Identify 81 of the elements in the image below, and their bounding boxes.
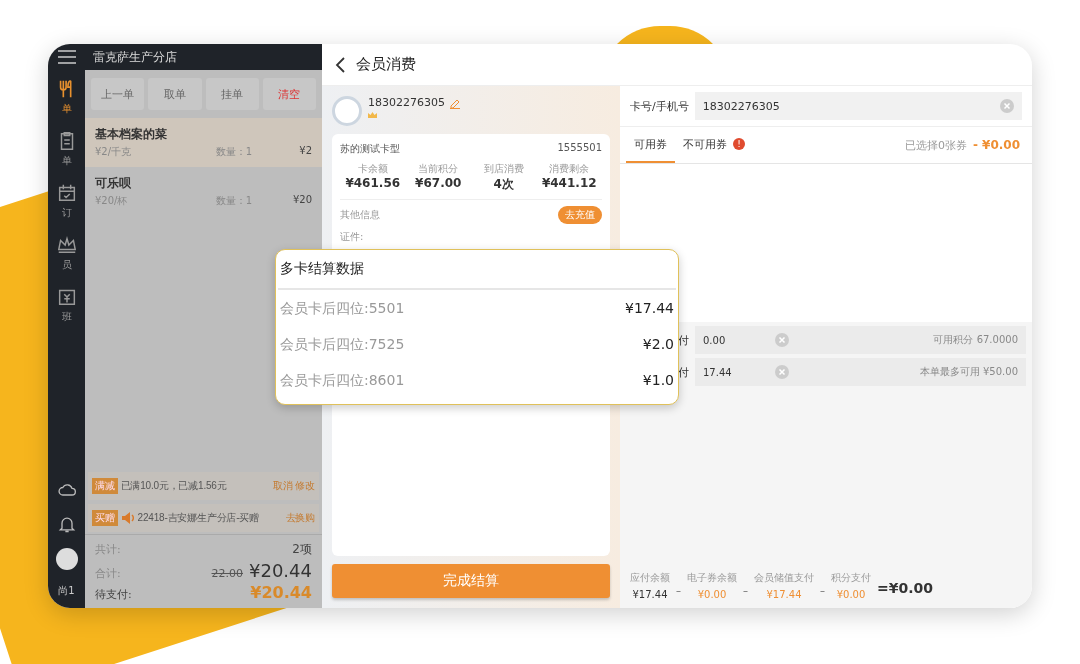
page-title: 会员消费: [356, 55, 416, 74]
coupon-tab[interactable]: 不可用券 !: [675, 127, 753, 163]
stat-label: 到店消费: [482, 162, 525, 176]
item-name: 可乐呗: [95, 175, 132, 192]
promotion-text: 22418-吉安娜生产分店-买赠: [137, 511, 260, 525]
menu-icon[interactable]: [57, 50, 76, 64]
item-price: ¥20: [291, 194, 312, 207]
coupon-selected-text: 已选择0张券: [904, 137, 967, 153]
id-label: 证件:: [340, 230, 365, 244]
settle-result: =¥0.00: [877, 580, 933, 598]
settle-value: ¥0.00: [697, 589, 727, 600]
popup-title: 多卡结算数据: [278, 254, 676, 290]
lookup-label: 卡号/手机号: [630, 98, 689, 114]
member-phone: 18302276305: [368, 96, 445, 109]
item-count: 2项: [291, 541, 312, 558]
due-amount: ¥20.44: [249, 583, 312, 602]
item-name: 基本档案的菜: [95, 126, 168, 143]
coupon-amount: - ¥0.00: [972, 137, 1020, 152]
store-name: 雷克萨生产分店: [85, 44, 322, 70]
payment-note: 本单最多可用 ¥50.00: [919, 365, 1018, 379]
stat-label: 当前积分: [417, 162, 460, 176]
original-total: 22.00: [211, 567, 243, 580]
speaker-icon: [120, 512, 135, 524]
sidebar-label: 订: [61, 206, 72, 220]
card-suffix-label: 会员卡后四位:5501: [280, 300, 405, 318]
item-quantity: 数量：1: [215, 145, 252, 159]
due-label: 待支付:: [95, 587, 133, 602]
promotion-text: 已满10.0元，已减1.56元: [120, 479, 228, 493]
card-number: 1555501: [557, 142, 602, 155]
member-avatar: [332, 96, 362, 126]
user-name: 尚1: [58, 584, 75, 598]
total-amount: ¥20.44: [249, 560, 312, 581]
settle-value: ¥17.44: [632, 589, 668, 600]
promotion-tag: 买赠: [92, 510, 118, 526]
sidebar-item[interactable]: 员: [55, 234, 78, 272]
card-number-field[interactable]: 18302276305: [694, 92, 1022, 120]
sidebar-item[interactable]: 单: [55, 78, 78, 116]
minus-sign: –: [820, 585, 825, 598]
card-suffix-label: 会员卡后四位:8601: [280, 372, 405, 390]
back-icon[interactable]: [334, 56, 346, 73]
sidebar-item[interactable]: 单: [55, 130, 78, 168]
card-type: 苏的测试卡型: [340, 142, 400, 156]
unit-price: ¥2/千克: [95, 145, 133, 159]
settle-label: 积分支付: [831, 571, 871, 585]
order-action-button[interactable]: 上一单: [91, 78, 145, 110]
stat-value: ¥441.12: [540, 176, 598, 190]
sidebar-label: 单: [61, 102, 72, 116]
item-price: ¥2: [298, 145, 312, 158]
payment-field[interactable]: 17.44 本单最多可用 ¥50.00: [695, 358, 1026, 386]
order-action-button[interactable]: 取单: [148, 78, 202, 110]
minus-sign: –: [743, 585, 748, 598]
sidebar-item[interactable]: 班: [55, 286, 78, 324]
payment-field[interactable]: 0.00 可用积分 67.0000: [695, 326, 1026, 354]
stat-label: 卡余额: [356, 162, 389, 176]
card-suffix-label: 会员卡后四位:7525: [280, 336, 405, 354]
card-amount: ¥2.0: [642, 336, 674, 354]
other-info-label: 其他信息: [340, 208, 380, 222]
card-amount: ¥17.44: [625, 300, 674, 318]
order-item[interactable]: 基本档案的菜 ¥2/千克 数量：1 ¥2: [85, 118, 322, 167]
settle-label: 电子券余额: [687, 571, 737, 585]
sidebar-item[interactable]: 订: [55, 182, 78, 220]
settle-value: ¥0.00: [836, 589, 866, 600]
sidebar-label: 班: [61, 310, 72, 324]
promotion-tag: 满减: [92, 478, 118, 494]
stat-value: ¥461.56: [344, 176, 402, 190]
payment-label: 付: [678, 332, 689, 348]
settle-label: 会员储值支付: [754, 571, 814, 585]
settle-value: ¥17.44: [766, 589, 802, 600]
crown-icon: [368, 112, 377, 119]
stat-label: 消费剩余: [548, 162, 591, 176]
order-action-button[interactable]: 挂单: [205, 78, 259, 110]
payment-note: 可用积分 67.0000: [933, 333, 1018, 347]
card-amount: ¥1.0: [642, 372, 674, 390]
settle-label: 应付余额: [630, 571, 670, 585]
payment-label: 付: [678, 364, 689, 380]
stat-value: ¥67.00: [414, 176, 463, 190]
avatar[interactable]: [55, 548, 78, 570]
sidebar-label: 单: [61, 154, 72, 168]
sidebar-label: 员: [61, 258, 72, 272]
stat-value: 4次: [492, 176, 515, 193]
minus-sign: –: [676, 585, 681, 598]
